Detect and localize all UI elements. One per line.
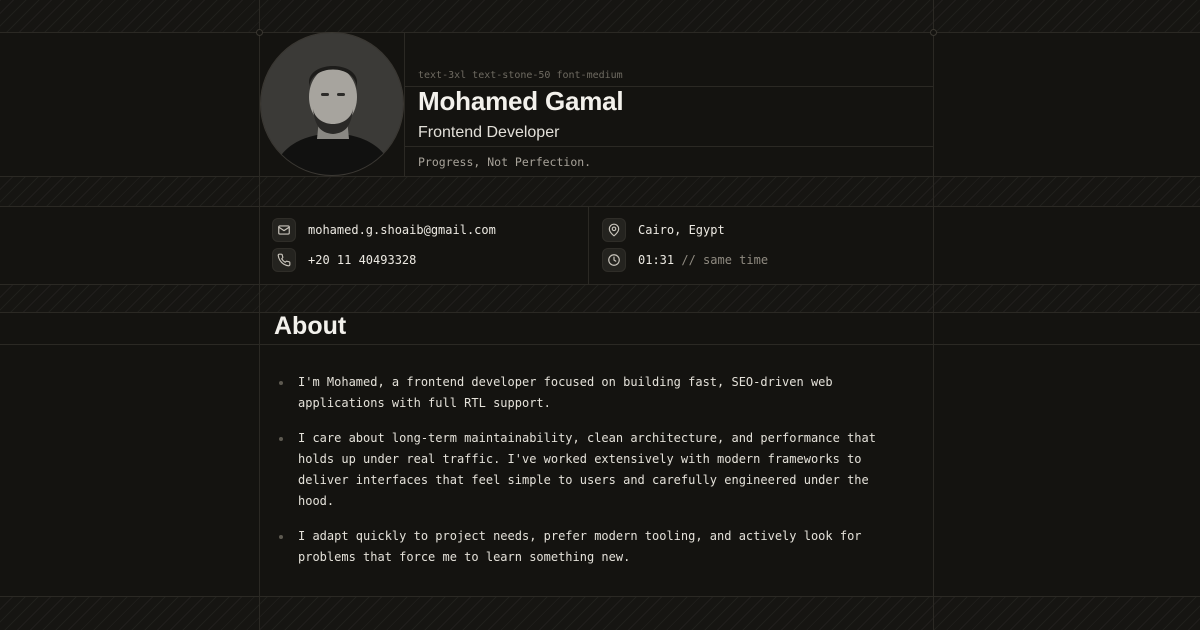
about-item: I'm Mohamed, a frontend developer focuse… — [278, 372, 888, 414]
grid-line — [0, 312, 1200, 313]
grid-line — [933, 0, 934, 630]
mail-icon — [272, 218, 296, 242]
contact-hatch-band — [0, 284, 1200, 312]
header-line — [404, 146, 933, 147]
time-row: 01:31 // same time — [602, 248, 768, 272]
grid-line — [0, 596, 1200, 597]
top-hatch-band — [0, 0, 1200, 32]
grid-line — [0, 344, 1200, 345]
local-time: 01:31 // same time — [638, 253, 768, 267]
grid-line — [0, 284, 1200, 285]
phone-link[interactable]: +20 11 40493328 — [308, 253, 416, 267]
about-item: I adapt quickly to project needs, prefer… — [278, 526, 888, 568]
header-hatch-band — [0, 176, 1200, 206]
time-note: // same time — [681, 253, 769, 267]
avatar — [260, 32, 404, 176]
clock-icon — [602, 248, 626, 272]
time-value: 01:31 — [638, 253, 675, 267]
grid-corner-dot — [930, 29, 937, 36]
grid-line — [404, 32, 405, 176]
profile-name: Mohamed Gamal — [418, 86, 624, 116]
profile-role: Frontend Developer — [418, 124, 560, 141]
email-link[interactable]: mohamed.g.shoaib@gmail.com — [308, 223, 496, 237]
map-pin-icon — [602, 218, 626, 242]
email-row: mohamed.g.shoaib@gmail.com — [272, 218, 496, 242]
grid-line — [0, 32, 1200, 33]
phone-row: +20 11 40493328 — [272, 248, 416, 272]
grid-line — [0, 206, 1200, 207]
grid-corner-dot — [256, 29, 263, 36]
grid-line — [588, 206, 589, 284]
phone-icon — [272, 248, 296, 272]
bottom-hatch-band — [0, 596, 1200, 630]
style-hint: text-3xl text-stone-50 font-medium — [418, 70, 623, 81]
profile-tagline: Progress, Not Perfection. — [418, 155, 592, 169]
about-item: I care about long-term maintainability, … — [278, 428, 888, 512]
about-list: I'm Mohamed, a frontend developer focuse… — [278, 372, 888, 582]
grid-line — [0, 176, 1200, 177]
about-heading: About — [274, 312, 347, 340]
location-row: Cairo, Egypt — [602, 218, 725, 242]
location-text: Cairo, Egypt — [638, 223, 725, 237]
avatar-portrait — [261, 33, 403, 175]
